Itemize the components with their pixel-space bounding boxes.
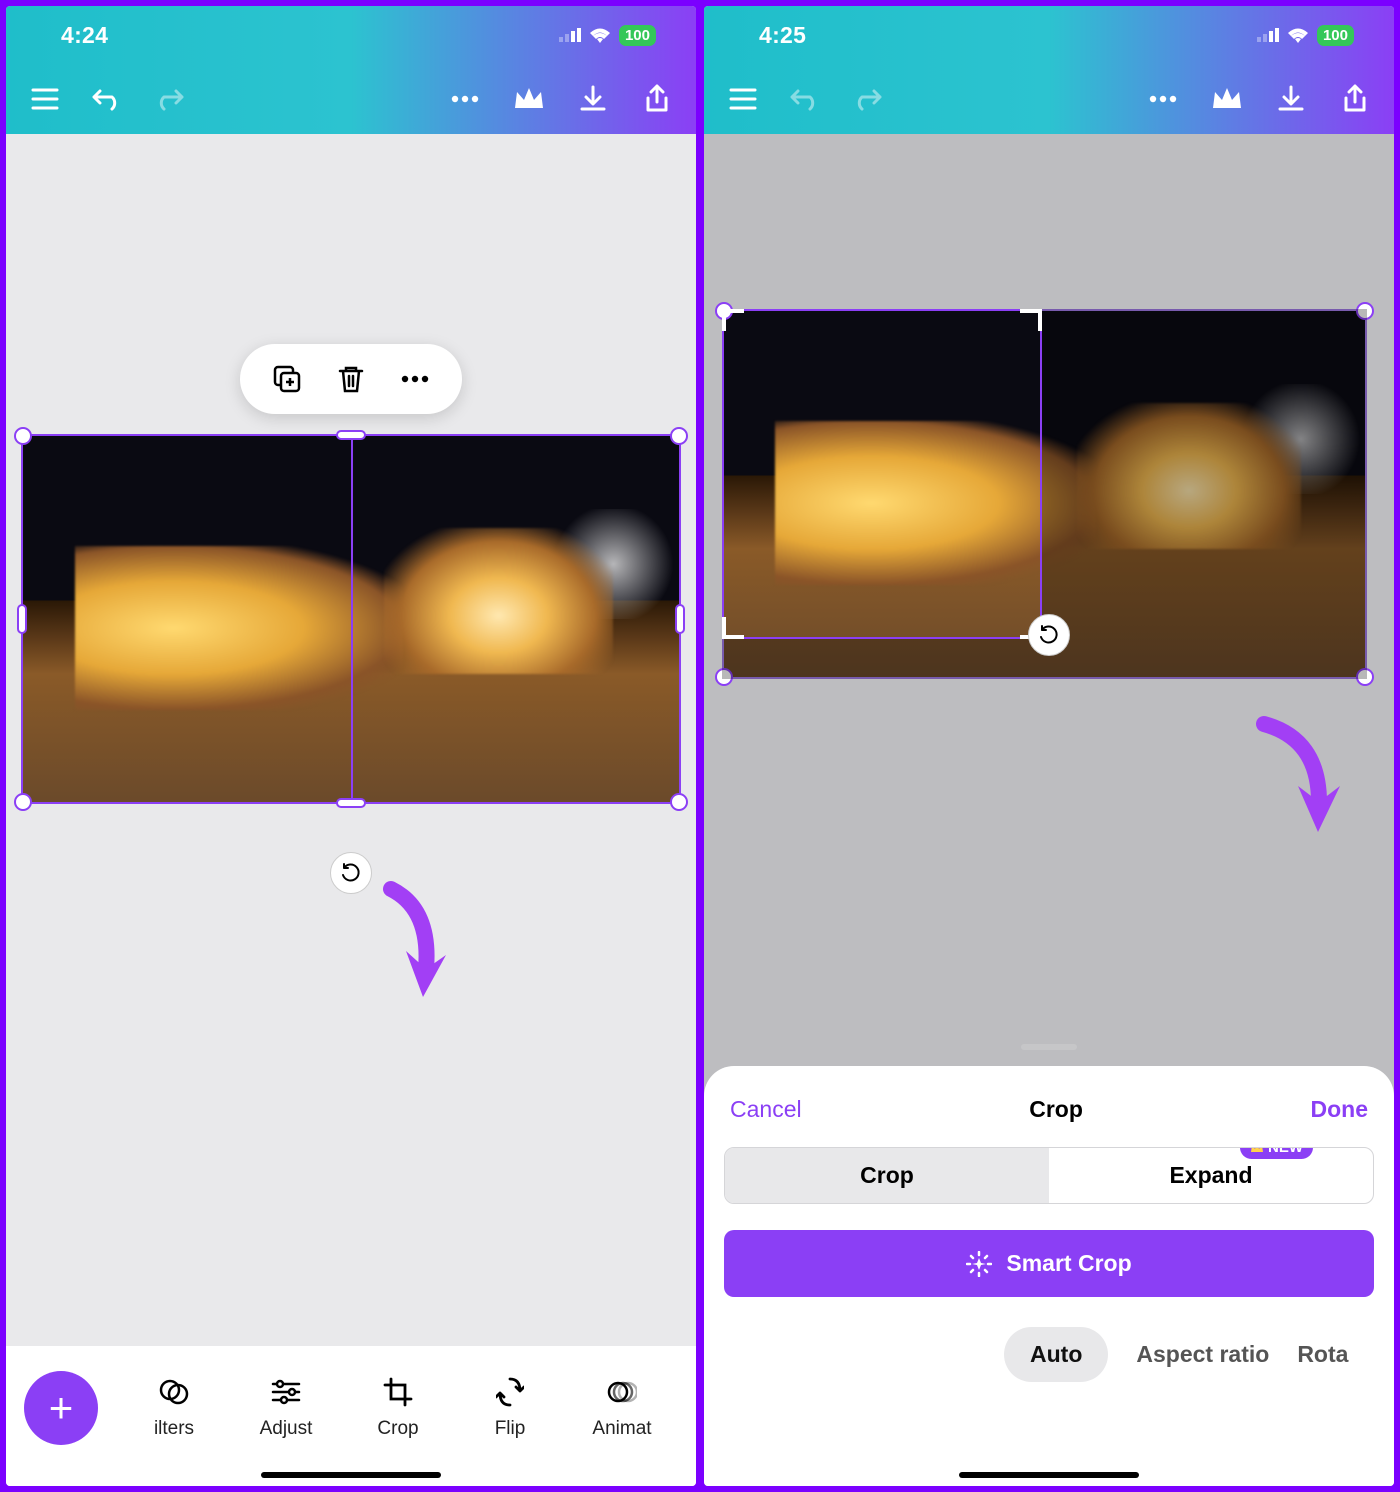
share-icon[interactable] xyxy=(1338,82,1372,116)
battery-badge: 100 xyxy=(619,25,656,46)
wifi-icon xyxy=(1287,27,1309,43)
menu-icon[interactable] xyxy=(726,82,760,116)
tool-filters[interactable]: ilters xyxy=(118,1376,230,1440)
resize-handle[interactable] xyxy=(670,427,688,445)
top-toolbar xyxy=(6,64,696,134)
sheet-title: Crop xyxy=(1029,1096,1083,1123)
undo-icon[interactable] xyxy=(90,82,124,116)
annotation-arrow xyxy=(1244,714,1354,844)
crop-mode-row: Auto Aspect ratio Rota xyxy=(724,1327,1374,1382)
redo-icon[interactable] xyxy=(152,82,186,116)
crop-icon xyxy=(382,1376,414,1408)
resize-handle[interactable] xyxy=(675,604,685,634)
done-button[interactable]: Done xyxy=(1311,1096,1369,1123)
cancel-button[interactable]: Cancel xyxy=(730,1096,802,1123)
bottom-tool-strip: + ilters Adjust Crop Flip xyxy=(6,1346,696,1486)
phone-right: 4:25 100 xyxy=(704,6,1394,1486)
tool-crop[interactable]: Crop xyxy=(342,1376,454,1440)
resize-handle[interactable] xyxy=(336,430,366,440)
trash-icon[interactable] xyxy=(334,362,368,396)
crown-icon[interactable] xyxy=(1210,82,1244,116)
home-indicator[interactable] xyxy=(261,1472,441,1478)
canvas[interactable]: + ilters Adjust Crop Flip xyxy=(6,134,696,1486)
top-toolbar xyxy=(704,64,1394,134)
status-bar: 4:25 100 xyxy=(704,6,1394,64)
home-indicator[interactable] xyxy=(959,1472,1139,1478)
status-time: 4:25 xyxy=(759,22,806,49)
tool-animate[interactable]: Animat xyxy=(566,1376,678,1440)
status-time: 4:24 xyxy=(61,22,108,49)
flip-icon xyxy=(494,1376,526,1408)
crop-expand-segment: Crop Expand NEW xyxy=(724,1147,1374,1204)
undo-icon[interactable] xyxy=(788,82,822,116)
tool-label: Animat xyxy=(592,1418,651,1440)
segment-expand-label: Expand xyxy=(1169,1162,1252,1188)
canvas[interactable]: Cancel Crop Done Crop Expand NEW xyxy=(704,134,1394,1486)
resize-handle[interactable] xyxy=(670,793,688,811)
signal-icon xyxy=(559,28,581,42)
rotate-handle[interactable] xyxy=(1028,614,1070,656)
sheet-drag-handle[interactable] xyxy=(1021,1044,1077,1050)
wifi-icon xyxy=(589,27,611,43)
segment-crop[interactable]: Crop xyxy=(725,1148,1049,1203)
resize-handle[interactable] xyxy=(14,427,32,445)
resize-handle[interactable] xyxy=(17,604,27,634)
signal-icon xyxy=(1257,28,1279,42)
more-icon[interactable] xyxy=(448,82,482,116)
battery-badge: 100 xyxy=(1317,25,1354,46)
new-badge-text: NEW xyxy=(1268,1147,1303,1156)
tool-label: Crop xyxy=(377,1418,418,1440)
crop-sheet: Cancel Crop Done Crop Expand NEW xyxy=(704,1066,1394,1486)
tool-label: Flip xyxy=(495,1418,526,1440)
download-icon[interactable] xyxy=(1274,82,1308,116)
menu-icon[interactable] xyxy=(28,82,62,116)
resize-handle[interactable] xyxy=(336,798,366,808)
smart-crop-label: Smart Crop xyxy=(1006,1250,1131,1277)
duplicate-icon[interactable] xyxy=(270,362,304,396)
segment-expand[interactable]: Expand NEW xyxy=(1049,1148,1373,1203)
tool-flip[interactable]: Flip xyxy=(454,1376,566,1440)
new-badge: NEW xyxy=(1240,1147,1313,1159)
phone-left: 4:24 100 xyxy=(6,6,696,1486)
selected-image[interactable] xyxy=(21,434,681,804)
resize-handle[interactable] xyxy=(14,793,32,811)
crop-dim xyxy=(1042,309,1367,639)
add-button[interactable]: + xyxy=(24,1371,98,1445)
tool-adjust[interactable]: Adjust xyxy=(230,1376,342,1440)
pill-aspect-ratio[interactable]: Aspect ratio xyxy=(1136,1341,1269,1368)
status-bar: 4:24 100 xyxy=(6,6,696,64)
more-icon[interactable] xyxy=(398,362,432,396)
resize-handle[interactable] xyxy=(715,302,733,320)
status-icons: 100 xyxy=(1257,25,1354,46)
annotation-arrow xyxy=(371,879,471,1009)
tool-label: Adjust xyxy=(260,1418,313,1440)
crown-icon[interactable] xyxy=(512,82,546,116)
pill-auto[interactable]: Auto xyxy=(1004,1327,1108,1382)
tool-label: ilters xyxy=(154,1418,194,1440)
more-icon[interactable] xyxy=(1146,82,1180,116)
rotate-handle[interactable] xyxy=(330,852,372,894)
download-icon[interactable] xyxy=(576,82,610,116)
status-icons: 100 xyxy=(559,25,656,46)
adjust-icon xyxy=(270,1376,302,1408)
pill-rotate[interactable]: Rota xyxy=(1297,1341,1348,1368)
redo-icon[interactable] xyxy=(850,82,884,116)
smart-crop-button[interactable]: Smart Crop xyxy=(724,1230,1374,1297)
context-toolbar xyxy=(240,344,462,414)
filters-icon xyxy=(158,1376,190,1408)
animate-icon xyxy=(606,1376,638,1408)
share-icon[interactable] xyxy=(640,82,674,116)
